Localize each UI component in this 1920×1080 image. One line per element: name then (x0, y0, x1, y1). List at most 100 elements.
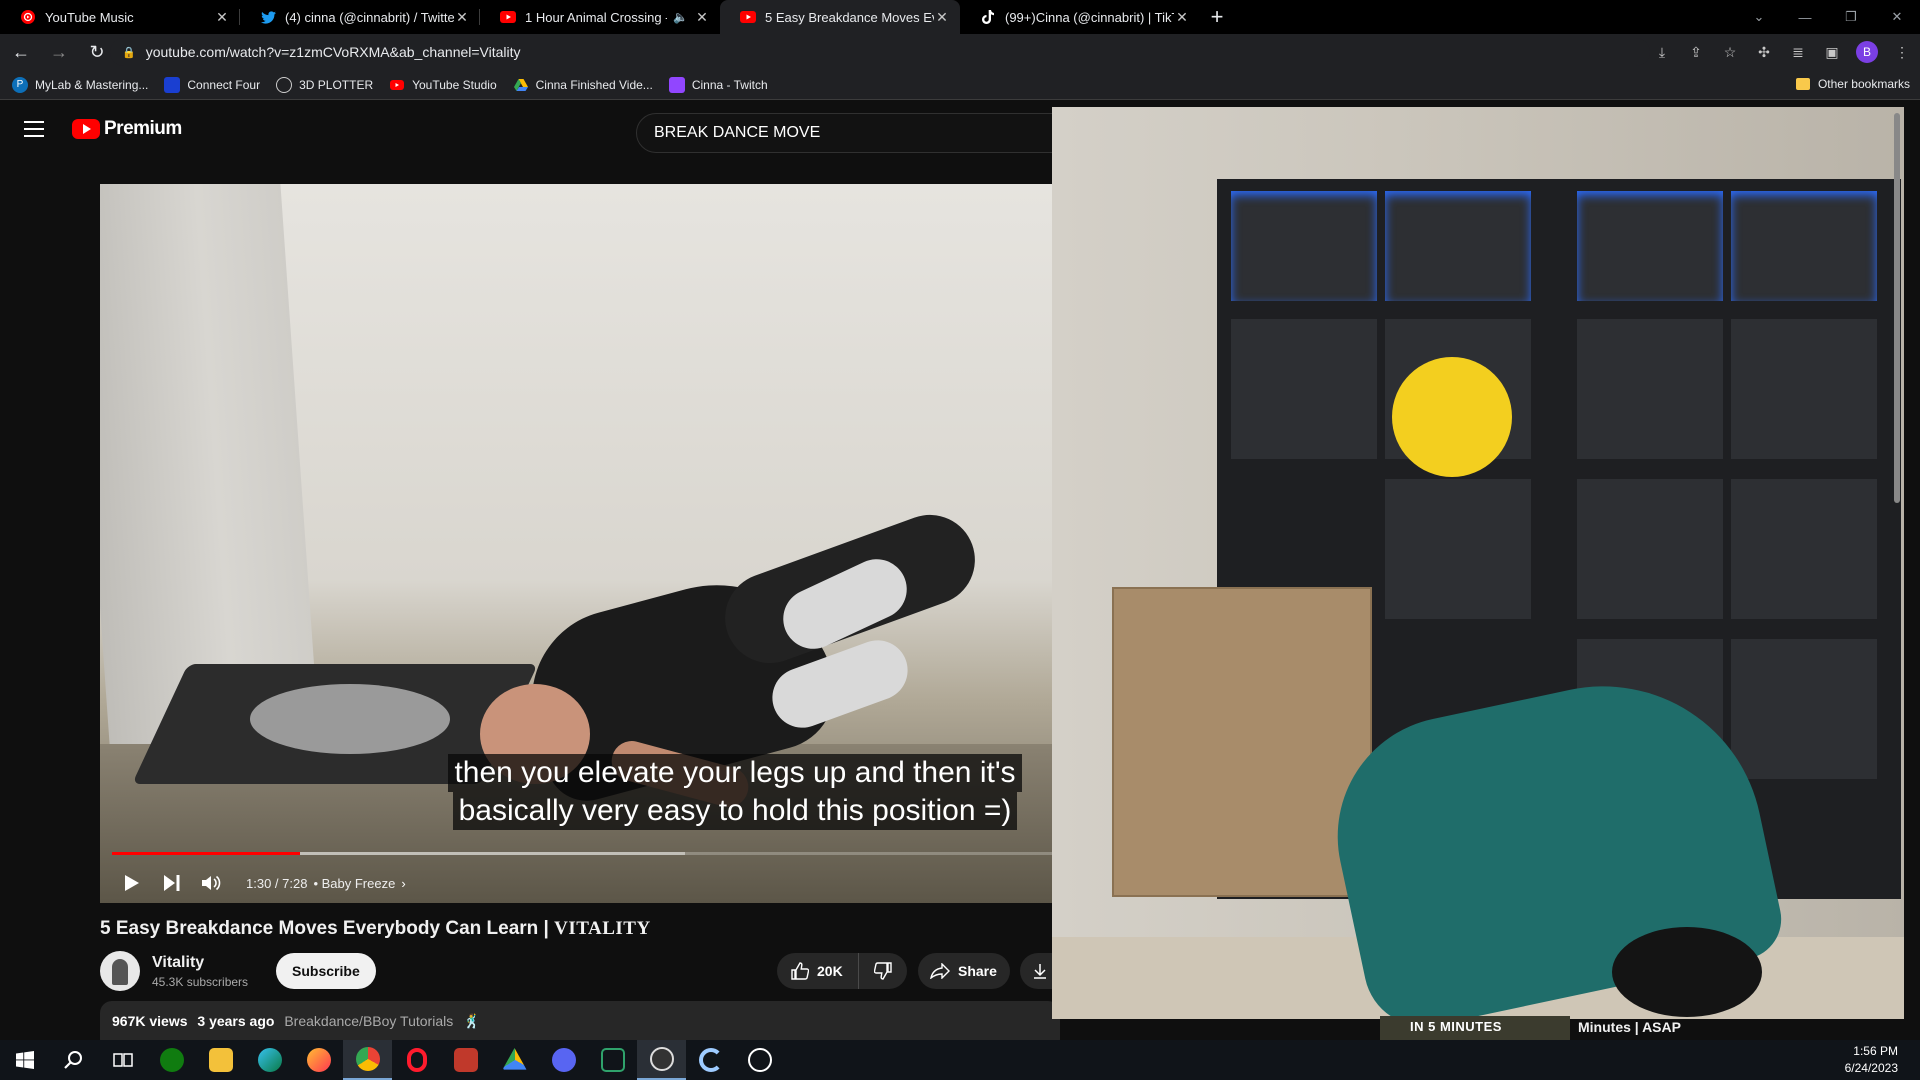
youtube-logo-icon (72, 119, 100, 139)
app-icon[interactable] (441, 1040, 490, 1080)
volume-icon[interactable] (192, 865, 232, 901)
youtube-studio-icon (389, 77, 405, 93)
share-button[interactable]: Share (918, 953, 1010, 989)
shelf-cubby (1231, 191, 1377, 301)
clock-time: 1:56 PM (1853, 1044, 1898, 1058)
media-player-icon[interactable] (735, 1040, 784, 1080)
close-tab-icon[interactable]: ✕ (694, 9, 710, 26)
shelf-cubby (1385, 191, 1531, 301)
firefox-icon[interactable] (294, 1040, 343, 1080)
extensions-icon[interactable]: ✣ (1754, 44, 1774, 61)
tab-breakdance-video[interactable]: 5 Easy Breakdance Moves Everyb ✕ (720, 0, 960, 34)
chrome-icon[interactable] (343, 1040, 392, 1080)
progress-bar[interactable] (112, 852, 1052, 855)
new-tab-button[interactable]: + (1200, 0, 1234, 34)
other-bookmarks-label: Other bookmarks (1817, 77, 1910, 91)
close-tab-icon[interactable]: ✕ (454, 9, 470, 26)
chapter-button[interactable]: • Baby Freeze (313, 876, 395, 891)
bookmark-star-icon[interactable]: ☆ (1720, 44, 1740, 61)
opera-icon[interactable] (392, 1040, 441, 1080)
description-tags[interactable]: Breakdance/BBoy Tutorials (284, 1013, 453, 1029)
tab-twitter[interactable]: (4) cinna (@cinnabrit) / Twitter ✕ (240, 0, 480, 34)
pip-scrollbar[interactable] (1894, 113, 1900, 503)
clock-date: 6/24/2023 (1844, 1061, 1898, 1075)
like-count: 20K (817, 963, 843, 979)
install-icon[interactable]: ⤓ (1652, 44, 1672, 61)
chrome-menu-icon[interactable]: ⋮ (1892, 44, 1912, 61)
chevron-right-icon[interactable]: › (401, 876, 405, 891)
like-button[interactable]: 20K (777, 953, 859, 989)
tab-youtube-music[interactable]: YouTube Music ✕ (0, 0, 240, 34)
back-button[interactable]: ← (4, 35, 38, 69)
c-app-icon[interactable] (686, 1040, 735, 1080)
reload-button[interactable]: ↻ (80, 35, 114, 69)
search-icon[interactable] (49, 1040, 98, 1080)
bookmark-mylab[interactable]: P MyLab & Mastering... (12, 76, 149, 93)
task-view-icon[interactable] (98, 1040, 147, 1080)
xbox-logo (159, 1048, 184, 1072)
xbox-icon[interactable] (147, 1040, 196, 1080)
bookmark-cinna-twitch[interactable]: Cinna - Twitch (668, 76, 768, 93)
bookmark-label: MyLab & Mastering... (35, 77, 149, 92)
discord-icon[interactable] (539, 1040, 588, 1080)
obs-logo (649, 1047, 674, 1071)
bookmark-cinna-finished[interactable]: Cinna Finished Vide... (513, 77, 653, 93)
channel-avatar[interactable] (100, 951, 140, 991)
bookmark-youtube-studio[interactable]: YouTube Studio (389, 77, 497, 93)
search-query: BREAK DANCE MOVE (654, 124, 821, 141)
tiktok-icon (980, 9, 996, 25)
recommended-title[interactable]: Minutes | ASAP (1578, 1019, 1681, 1035)
tab-animal-crossing[interactable]: 1 Hour Animal Crossing - Bu 🔈 ✕ (480, 0, 720, 34)
close-tab-icon[interactable]: ✕ (214, 9, 230, 26)
file-explorer-icon[interactable] (196, 1040, 245, 1080)
bookmark-connect-four[interactable]: Connect Four (164, 76, 260, 93)
description-box[interactable]: 967K views 3 years ago Breakdance/BBoy T… (100, 1001, 1060, 1040)
edge-logo (257, 1048, 282, 1072)
drive-logo (502, 1048, 527, 1070)
hamburger-menu-icon[interactable] (24, 121, 44, 137)
download-icon (1034, 964, 1046, 979)
address-bar[interactable]: 🔒 youtube.com/watch?v=z1zmCVoRXMA&ab_cha… (110, 38, 1650, 66)
tab-search-icon[interactable]: ⌄ (1736, 0, 1782, 34)
shelf-cubby (1385, 479, 1531, 619)
start-icon[interactable] (0, 1040, 49, 1080)
captions: then you elevate your legs up and then i… (430, 754, 1040, 830)
close-tab-icon[interactable]: ✕ (934, 9, 950, 26)
subscribe-button[interactable]: Subscribe (276, 953, 376, 989)
close-window-button[interactable]: ✕ (1874, 0, 1920, 34)
share-page-icon[interactable]: ⇪ (1686, 44, 1706, 61)
minimize-button[interactable]: — (1782, 0, 1828, 34)
restore-button[interactable]: ❐ (1828, 0, 1874, 34)
caption-line: basically very easy to hold this positio… (452, 792, 1018, 830)
obs-icon[interactable] (637, 1040, 686, 1080)
video-mat (100, 184, 320, 744)
tab-tiktok[interactable]: (99+)Cinna (@cinnabrit) | TikTok ✕ (960, 0, 1200, 34)
video-player[interactable]: then you elevate your legs up and then i… (100, 184, 1052, 903)
side-panel-icon[interactable]: ▣ (1822, 44, 1842, 61)
next-button[interactable] (152, 865, 192, 901)
edge-icon[interactable] (245, 1040, 294, 1080)
channel-row: Vitality 45.3K subscribers Subscribe (100, 951, 376, 991)
other-bookmarks[interactable]: Other bookmarks (1795, 77, 1910, 91)
youtube-icon (500, 9, 516, 25)
media-control-icon[interactable]: ≣ (1788, 44, 1808, 61)
profile-avatar[interactable]: B (1856, 41, 1878, 63)
thumbs-down-icon (874, 962, 892, 980)
url-text: youtube.com/watch?v=z1zmCVoRXMA&ab_chann… (145, 44, 521, 60)
dislike-button[interactable] (859, 962, 907, 980)
channel-name[interactable]: Vitality (152, 954, 248, 972)
google-drive-icon[interactable] (490, 1040, 539, 1080)
lock-icon[interactable]: 🔒 (122, 46, 136, 59)
close-tab-icon[interactable]: ✕ (1174, 9, 1190, 26)
excel-icon[interactable] (588, 1040, 637, 1080)
youtube-premium-logo[interactable]: Premium (72, 118, 182, 140)
search-input[interactable]: BREAK DANCE MOVE (636, 113, 1056, 153)
play-button[interactable] (112, 865, 152, 901)
discord-logo (551, 1048, 576, 1072)
folder-logo (208, 1048, 233, 1072)
speaker-icon[interactable]: 🔈 (673, 10, 688, 24)
system-clock[interactable]: 1:56 PM 6/24/2023 (1845, 1043, 1898, 1077)
forward-button[interactable]: → (42, 35, 76, 69)
picture-in-picture-video[interactable] (1052, 107, 1904, 1019)
bookmark-3d-plotter[interactable]: 3D PLOTTER (276, 76, 373, 93)
